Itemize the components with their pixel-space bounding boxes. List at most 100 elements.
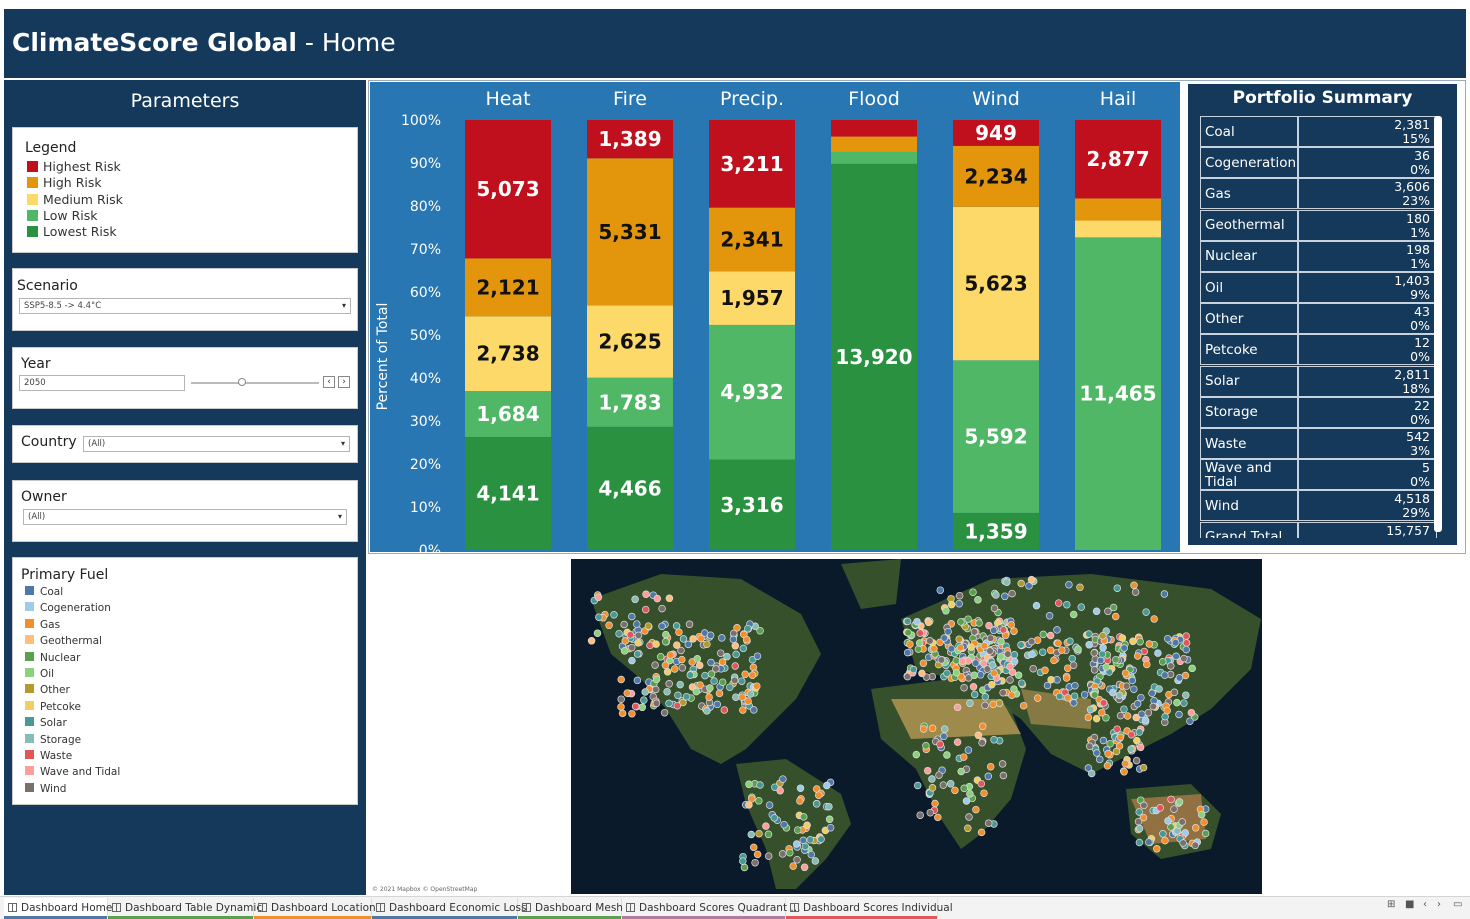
plant-marker[interactable] (1069, 661, 1078, 669)
plant-marker[interactable] (1038, 648, 1047, 656)
plant-marker[interactable] (1180, 654, 1188, 663)
plant-marker[interactable] (1120, 644, 1128, 652)
plant-marker[interactable] (646, 641, 654, 650)
plant-marker[interactable] (922, 742, 930, 750)
plant-marker[interactable] (689, 635, 697, 643)
plant-marker[interactable] (953, 703, 962, 712)
plant-marker[interactable] (641, 605, 650, 614)
plant-marker[interactable] (965, 813, 973, 821)
plant-marker[interactable] (826, 823, 835, 832)
plant-marker[interactable] (918, 669, 926, 678)
plant-marker[interactable] (748, 795, 756, 803)
plant-marker[interactable] (720, 706, 729, 714)
plant-marker[interactable] (1150, 615, 1158, 623)
plant-marker[interactable] (672, 622, 681, 630)
plant-marker[interactable] (903, 617, 912, 626)
plant-marker[interactable] (1116, 711, 1125, 720)
grid-view-icon[interactable]: ■ (1405, 899, 1414, 910)
plant-marker[interactable] (946, 780, 955, 788)
plant-marker[interactable] (825, 802, 833, 811)
plant-marker[interactable] (726, 683, 734, 691)
plant-marker[interactable] (971, 659, 980, 667)
plant-marker[interactable] (1085, 742, 1094, 751)
tab-dashboard-home[interactable]: Dashboard Home (4, 898, 112, 919)
plant-marker[interactable] (916, 811, 924, 819)
tab-dashboard-table-dynamic[interactable]: Dashboard Table Dynamic (108, 898, 262, 919)
plant-marker[interactable] (673, 701, 682, 710)
plant-marker[interactable] (984, 772, 993, 781)
plant-marker[interactable] (1149, 702, 1158, 711)
plant-marker[interactable] (703, 640, 711, 648)
plant-marker[interactable] (1120, 705, 1128, 713)
plant-marker[interactable] (1116, 733, 1125, 742)
plant-marker[interactable] (1010, 651, 1019, 659)
plant-marker[interactable] (1182, 632, 1190, 640)
plant-marker[interactable] (1071, 681, 1079, 690)
plant-marker[interactable] (789, 862, 797, 870)
plant-marker[interactable] (964, 824, 972, 833)
plant-marker[interactable] (634, 631, 643, 640)
plant-marker[interactable] (817, 835, 825, 843)
plant-marker[interactable] (753, 652, 762, 660)
plant-marker[interactable] (1006, 676, 1014, 684)
plant-marker[interactable] (707, 658, 715, 667)
plant-marker[interactable] (653, 594, 662, 603)
plant-marker[interactable] (1120, 768, 1128, 776)
plant-marker[interactable] (661, 661, 670, 670)
plant-marker[interactable] (712, 665, 720, 673)
plant-marker[interactable] (1182, 691, 1190, 699)
plant-marker[interactable] (706, 631, 715, 640)
plant-marker[interactable] (615, 629, 623, 638)
plant-marker[interactable] (662, 630, 670, 639)
plant-marker[interactable] (786, 848, 794, 857)
plant-marker[interactable] (605, 621, 613, 630)
fuel-legend-item[interactable]: Solar (25, 716, 67, 730)
plant-marker[interactable] (1007, 621, 1015, 629)
plant-marker[interactable] (1135, 728, 1144, 736)
fuel-legend-item[interactable]: Gas (25, 618, 60, 632)
plant-marker[interactable] (1181, 829, 1189, 837)
plant-marker[interactable] (1178, 818, 1186, 826)
plant-marker[interactable] (1186, 717, 1194, 725)
fuel-legend-item[interactable]: Oil (25, 667, 54, 681)
plant-marker[interactable] (1095, 755, 1104, 764)
plant-marker[interactable] (1111, 612, 1120, 621)
plant-marker[interactable] (780, 820, 788, 829)
plant-marker[interactable] (997, 652, 1005, 661)
plant-marker[interactable] (1200, 818, 1208, 826)
plant-marker[interactable] (957, 618, 965, 626)
plant-marker[interactable] (1145, 838, 1153, 846)
plant-marker[interactable] (935, 771, 943, 779)
presentation-icon[interactable]: ▭ (1453, 899, 1462, 910)
fuel-legend-item[interactable]: Coal (25, 585, 63, 599)
plant-marker[interactable] (796, 797, 804, 805)
plant-marker[interactable] (947, 600, 956, 609)
plant-marker[interactable] (1138, 710, 1146, 718)
plant-marker[interactable] (1029, 664, 1037, 673)
plant-marker[interactable] (670, 665, 679, 673)
plant-marker[interactable] (730, 676, 739, 685)
plant-marker[interactable] (796, 784, 805, 792)
plant-marker[interactable] (658, 604, 666, 613)
plant-marker[interactable] (1163, 706, 1171, 715)
plant-marker[interactable] (710, 677, 718, 685)
plant-marker[interactable] (1112, 747, 1121, 756)
plant-marker[interactable] (1104, 750, 1112, 758)
plant-marker[interactable] (1130, 685, 1138, 693)
plant-marker[interactable] (595, 613, 603, 621)
plant-marker[interactable] (748, 671, 757, 679)
plant-marker[interactable] (912, 750, 921, 759)
plant-marker[interactable] (1007, 691, 1016, 699)
plant-marker[interactable] (951, 786, 959, 795)
plant-marker[interactable] (919, 659, 928, 668)
plant-marker[interactable] (972, 805, 980, 814)
plant-marker[interactable] (998, 760, 1007, 768)
plant-marker[interactable] (906, 640, 914, 648)
plant-marker[interactable] (628, 656, 636, 665)
bar-segment-highest-risk[interactable] (831, 120, 917, 137)
plant-marker[interactable] (969, 588, 977, 596)
plant-marker[interactable] (778, 850, 787, 858)
plant-marker[interactable] (620, 647, 629, 655)
plant-marker[interactable] (1004, 650, 1012, 658)
plant-marker[interactable] (733, 624, 741, 632)
